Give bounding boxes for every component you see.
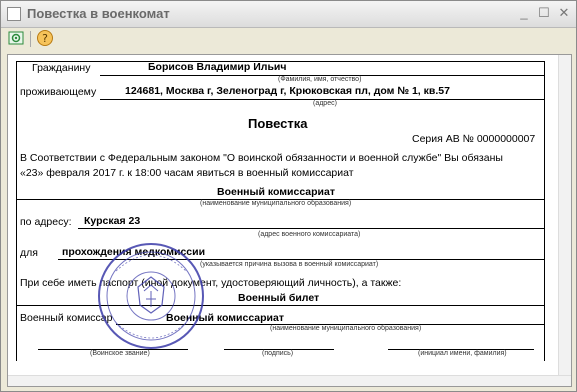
official-stamp <box>98 243 204 349</box>
commissariat-name: Военный комиссариат <box>217 186 335 198</box>
commissariat-caption: (наименование муниципального образования… <box>200 200 352 207</box>
close-icon[interactable]: ✕ <box>557 6 571 19</box>
title-bar[interactable]: Повестка в военкомат _ ☐ ✕ <box>1 1 576 28</box>
bring-text: При себе иметь паспорт (иной документ, у… <box>20 277 402 289</box>
print-icon[interactable] <box>7 29 25 47</box>
prozhivayushchemu-label: проживающему <box>20 86 97 98</box>
signature-caption: (подпись) <box>262 350 294 357</box>
citizen-address: 124681, Москва г, Зеленоград г, Крюковск… <box>125 85 450 97</box>
rank-caption: (Воинское звание) <box>90 350 150 357</box>
purpose-caption: (указывается причина вызова в военный ко… <box>200 261 379 268</box>
commissar-caption: (наименование муниципального образования… <box>270 325 422 332</box>
document-title: Повестка <box>248 116 308 131</box>
bring-item: Военный билет <box>238 292 320 304</box>
toolbar-separator <box>30 31 31 47</box>
doc-right-border <box>544 61 545 361</box>
commissariat-address-caption: (адрес военного комиссариата) <box>258 231 361 238</box>
commissariat-address-underline <box>78 228 544 229</box>
summons-document: Гражданину Борисов Владимир Ильич (Фамил… <box>8 55 571 386</box>
window-title: Повестка в военкомат <box>27 6 170 21</box>
svg-text:?: ? <box>42 32 48 45</box>
vertical-scrollbar[interactable] <box>558 55 571 386</box>
dlya-label: для <box>20 247 38 259</box>
commissariat-address: Курская 23 <box>84 215 141 227</box>
document-icon <box>7 7 21 21</box>
toolbar: ? <box>1 28 576 50</box>
citizen-name: Борисов Владимир Ильич <box>148 61 287 73</box>
po-adresu-label: по адресу: <box>20 216 72 228</box>
initials-caption: (инициал имени, фамилия) <box>418 350 507 357</box>
window: Повестка в военкомат _ ☐ ✕ ? Гражданину … <box>0 0 577 392</box>
body-text-line1: В Соответствии с Федеральным законом "О … <box>20 152 503 164</box>
address-caption: (адрес) <box>313 100 337 107</box>
series-number: Серия АВ № 0000000007 <box>412 133 536 145</box>
grazhdaninu-label: Гражданину <box>32 62 91 74</box>
document-area[interactable]: Гражданину Борисов Владимир Ильич (Фамил… <box>7 54 572 387</box>
name-caption: (Фамилия, имя, отчество) <box>278 76 362 83</box>
body-text-line2: «23» февраля 2017 г. к 18:00 часам явить… <box>20 167 354 179</box>
minimize-icon[interactable]: _ <box>517 6 531 19</box>
help-icon[interactable]: ? <box>36 29 54 47</box>
maximize-icon[interactable]: ☐ <box>537 6 551 19</box>
doc-left-border <box>16 61 17 361</box>
horizontal-scrollbar[interactable] <box>8 375 571 386</box>
